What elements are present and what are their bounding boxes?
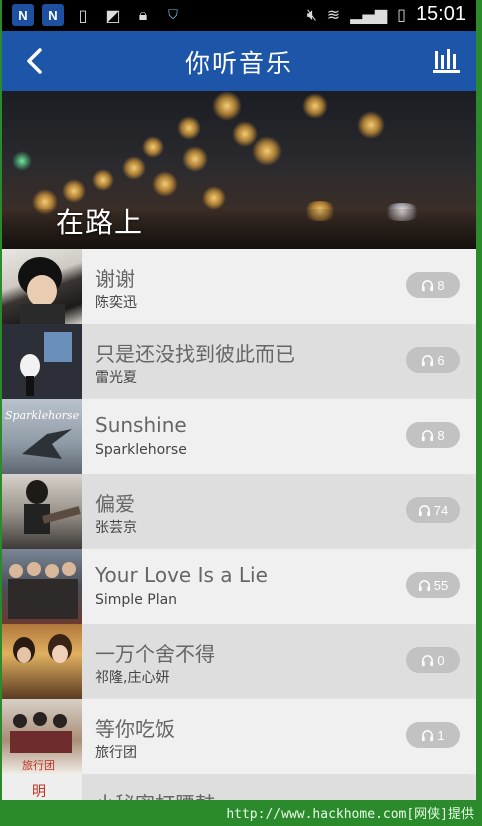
svg-text:明: 明: [32, 784, 46, 800]
title-bar: 你听音乐: [2, 31, 476, 91]
song-title: 小秘密打腰鼓: [95, 788, 215, 800]
watermark-bar: http://www.hackhome.com[网侠]提供: [0, 800, 482, 826]
n-icon: N: [12, 4, 34, 26]
battery-saver-icon: ▯: [78, 5, 88, 25]
listen-count-badge: 55: [406, 572, 460, 598]
listen-count-badge: 8: [406, 272, 460, 298]
equalizer-button[interactable]: [432, 45, 462, 75]
listen-count: 1: [437, 727, 445, 743]
app-screen: N N ▯ ◩ 🔒︎ ⛉ 🔇︎ ≋ ▂▄▆ ▯ 15:01 你听音乐 在路上 谢…: [2, 0, 476, 800]
song-row[interactable]: 明 小秘密打腰鼓: [2, 774, 476, 800]
svg-text:旅行团: 旅行团: [22, 758, 55, 772]
song-artist: 陈奕迅: [95, 295, 137, 311]
song-title: Sunshine: [95, 413, 187, 437]
album-cover: [2, 624, 82, 699]
album-cover: [2, 249, 82, 324]
song-artist: 张芸京: [95, 520, 137, 536]
headphones-icon: [422, 429, 434, 441]
listen-count-badge: 8: [406, 422, 460, 448]
album-cover: Sparklehorse: [2, 399, 82, 474]
song-row[interactable]: 旅行团 等你吃饭 旅行团 1: [2, 699, 476, 774]
status-bar: N N ▯ ◩ 🔒︎ ⛉ 🔇︎ ≋ ▂▄▆ ▯ 15:01: [2, 0, 476, 31]
headphones-icon: [418, 504, 430, 516]
song-artist: 雷光夏: [95, 370, 137, 386]
song-title: 谢谢: [95, 267, 135, 291]
lock-icon: 🔒︎: [138, 5, 148, 24]
headphones-icon: [422, 279, 434, 291]
headphones-icon: [418, 579, 430, 591]
listen-count: 8: [437, 277, 445, 293]
listen-count-badge: 1: [406, 722, 460, 748]
playlist-banner: 在路上: [2, 91, 476, 249]
listen-count: 55: [433, 577, 449, 593]
listen-count: 8: [437, 427, 445, 443]
watermark-text: http://www.hackhome.com[网侠]提供: [226, 807, 474, 822]
song-list: 谢谢 陈奕迅 8 只是还没找到彼此而已 雷光夏 6 Sparklehorse S…: [2, 249, 476, 800]
album-cover: 明: [2, 774, 82, 800]
listen-count: 74: [433, 502, 449, 518]
headphones-icon: [422, 654, 434, 666]
song-row[interactable]: 一万个舍不得 祁隆,庄心妍 0: [2, 624, 476, 699]
headphones-icon: [422, 729, 434, 741]
song-artist: 祁隆,庄心妍: [95, 670, 170, 686]
battery-icon: ▯: [397, 5, 406, 24]
clock: 15:01: [415, 3, 466, 25]
listen-count-badge: 74: [406, 497, 460, 523]
listen-count-badge: 0: [406, 647, 460, 673]
song-title: 偏爱: [95, 492, 135, 516]
song-row[interactable]: 只是还没找到彼此而已 雷光夏 6: [2, 324, 476, 399]
equalizer-icon: [433, 49, 460, 73]
n-icon: N: [42, 4, 64, 26]
playlist-title: 在路上: [56, 206, 144, 239]
image-icon: ◩: [105, 5, 121, 25]
album-cover: [2, 549, 82, 624]
song-row[interactable]: Your Love Is a Lie Simple Plan 55: [2, 549, 476, 624]
song-row[interactable]: 谢谢 陈奕迅 8: [2, 249, 476, 324]
page-title: 你听音乐: [184, 49, 293, 78]
song-row[interactable]: Sparklehorse Sunshine Sparklehorse 8: [2, 399, 476, 474]
song-title: Your Love Is a Lie: [95, 563, 268, 587]
song-artist: Simple Plan: [95, 592, 178, 608]
listen-count-badge: 6: [406, 347, 460, 373]
album-cover: [2, 474, 82, 549]
song-title: 等你吃饭: [95, 717, 175, 741]
mute-icon: 🔇︎: [306, 4, 317, 24]
signal-icon: ▂▄▆: [350, 5, 388, 24]
listen-count: 6: [437, 352, 445, 368]
album-cover: 旅行团: [2, 699, 82, 774]
shield-icon: ⛉: [168, 7, 178, 23]
wifi-icon: ≋: [326, 5, 341, 24]
listen-count: 0: [437, 652, 445, 668]
song-title: 只是还没找到彼此而已: [95, 342, 295, 366]
song-row[interactable]: 偏爱 张芸京 74: [2, 474, 476, 549]
headphones-icon: [422, 354, 434, 366]
album-cover: [2, 324, 82, 399]
song-title: 一万个舍不得: [95, 642, 215, 666]
song-artist: 旅行团: [95, 745, 137, 761]
song-artist: Sparklehorse: [95, 442, 187, 458]
